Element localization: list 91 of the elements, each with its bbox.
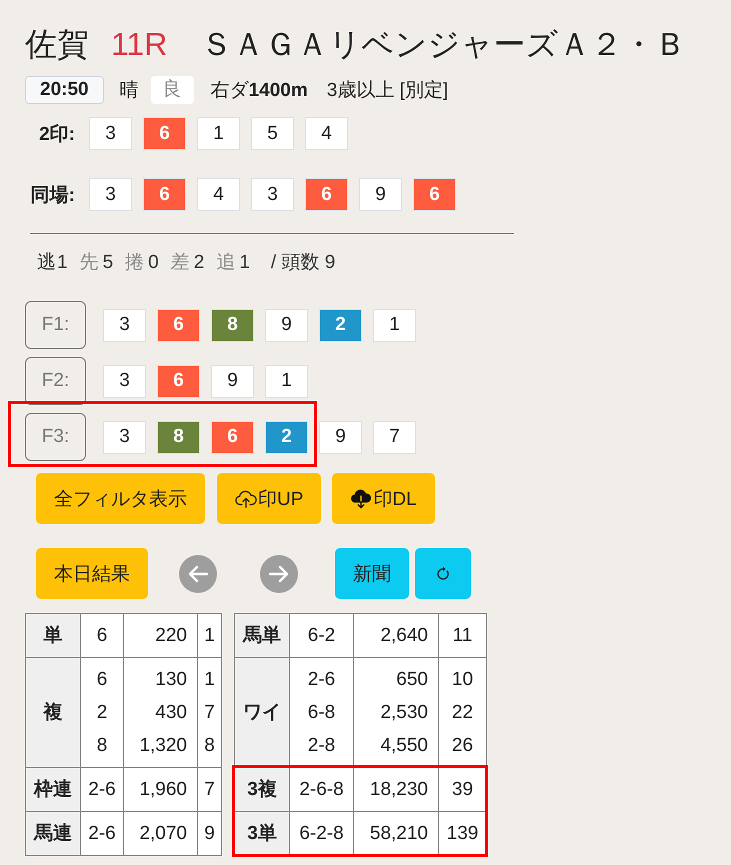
horse-number-tag: 5 [251, 117, 294, 150]
horse-number-tag: 6 [413, 178, 456, 211]
horse-number-tag: 6 [143, 117, 186, 150]
horse-number-tag: 2 [319, 308, 362, 342]
popularity-cell: 9 [198, 812, 221, 855]
combination-cell: 2-6 [81, 812, 123, 855]
bet-type-cell: 複 [26, 658, 80, 767]
horse-number-tag: 9 [359, 178, 402, 211]
race-conditions-text: 3歳以上 [別定] [326, 79, 448, 103]
combination-cell: 6-2-8 [290, 812, 353, 855]
horse-number-tag: 6 [157, 364, 200, 398]
upload-button[interactable]: 印UP [217, 473, 322, 524]
venue-name: 佐賀 [25, 25, 89, 64]
popularity-cell: 1 7 8 [198, 658, 221, 767]
combination-cell: 2-6-8 [290, 768, 353, 811]
combination-cell: 6-2 [290, 614, 353, 657]
weather-text: 晴 [120, 79, 139, 103]
popularity-cell: 10 22 26 [439, 658, 486, 767]
horse-number-tag: 9 [319, 420, 362, 454]
popularity-cell: 11 [439, 614, 486, 657]
payout-cell: 650 2,530 4,550 [354, 658, 438, 767]
arrow-right-icon [260, 554, 298, 592]
horse-number-tag: 9 [265, 308, 308, 342]
payout-cell: 130 430 1,320 [124, 658, 197, 767]
filter-button[interactable]: F2: [25, 357, 86, 405]
horse-number-tag: 4 [305, 117, 348, 150]
popularity-cell: 139 [439, 812, 486, 855]
horse-number-tag: 1 [265, 364, 308, 398]
horse-number-tag: 4 [197, 178, 240, 211]
horse-number-tag: 3 [251, 178, 294, 211]
payout-cell: 2,640 [354, 614, 438, 657]
action-button[interactable]: 本日結果 [36, 548, 148, 599]
running-style-count: 逃1 [37, 251, 68, 275]
horse-number-tag: 7 [373, 420, 416, 454]
payout-cell: 58,210 [354, 812, 438, 855]
popularity-cell: 7 [198, 768, 221, 811]
cloud-download-icon [350, 488, 372, 508]
horse-number-tag: 6 [157, 308, 200, 342]
horse-number-tag: 8 [157, 420, 200, 454]
arrow-left-icon [179, 554, 217, 592]
combination-cell: 2-6 [81, 768, 123, 811]
payout-cell: 18,230 [354, 768, 438, 811]
filter-button[interactable]: F1: [25, 301, 86, 349]
horse-number-tag: 3 [103, 364, 146, 398]
bet-type-cell: 単 [26, 614, 80, 657]
popularity-cell: 1 [198, 614, 221, 657]
bet-type-cell: 3単 [235, 812, 289, 855]
combination-cell: 6 [81, 614, 123, 657]
filter-button[interactable]: F3: [25, 413, 86, 461]
combination-cell: 2-6 6-8 2-8 [290, 658, 353, 767]
running-style-count: 追 1 [216, 251, 250, 275]
mark-row-label: 2印: [38, 122, 75, 146]
payout-cell: 1,960 [124, 768, 197, 811]
running-style-count: 捲 0 [125, 251, 159, 275]
refresh-icon [435, 566, 451, 582]
post-time-tag: 20:50 [25, 76, 104, 104]
horse-number-tag: 1 [373, 308, 416, 342]
horse-number-tag: 6 [143, 178, 186, 211]
bet-type-cell: 馬連 [26, 812, 80, 855]
field-size-text: / 頭数 9 [270, 251, 336, 275]
running-style-count: 差 2 [170, 251, 204, 275]
running-style-count: 先 5 [80, 251, 114, 275]
action-button[interactable]: 全フィルタ表示 [36, 473, 205, 524]
track-condition-tag: 良 [150, 76, 194, 104]
cloud-upload-icon [235, 488, 257, 508]
download-button[interactable]: 印DL [332, 473, 435, 524]
horse-number-tag: 3 [89, 117, 132, 150]
bet-type-cell: 枠連 [26, 768, 80, 811]
horse-number-tag: 8 [211, 308, 254, 342]
bet-type-cell: 馬単 [235, 614, 289, 657]
horse-number-tag: 3 [103, 308, 146, 342]
payout-cell: 220 [124, 614, 197, 657]
race-name: ＳＡＧＡリベンジャーズＡ２・Ｂ [200, 25, 686, 64]
horse-number-tag: 6 [305, 178, 348, 211]
horse-number-tag: 6 [211, 420, 254, 454]
mark-row-label: 同場: [30, 184, 75, 208]
horse-number-tag: 3 [89, 178, 132, 211]
horse-number-tag: 9 [211, 364, 254, 398]
bet-type-cell: ワイ [235, 658, 289, 767]
next-button[interactable] [260, 554, 298, 592]
combination-cell: 6 2 8 [81, 658, 123, 767]
course-text: 右ダ1400m [210, 79, 308, 103]
bet-type-cell: 3複 [235, 768, 289, 811]
popularity-cell: 39 [439, 768, 486, 811]
previous-button[interactable] [179, 554, 217, 592]
horse-number-tag: 1 [197, 117, 240, 150]
horse-number-tag: 2 [265, 420, 308, 454]
race-number: 11R [111, 25, 168, 64]
horse-number-tag: 3 [103, 420, 146, 454]
payout-cell: 2,070 [124, 812, 197, 855]
action-button[interactable]: 新聞 [335, 548, 409, 599]
